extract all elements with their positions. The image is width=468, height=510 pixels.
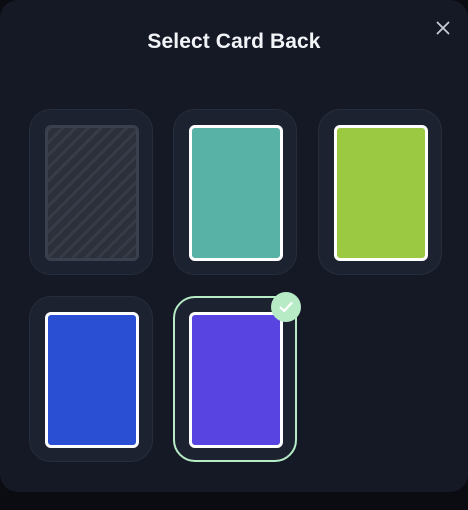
select-card-back-dialog: Select Card Back bbox=[0, 0, 468, 492]
card-back-preview-purple bbox=[189, 312, 283, 448]
close-icon bbox=[436, 21, 450, 35]
card-back-option-teal[interactable] bbox=[173, 109, 297, 275]
selected-badge bbox=[271, 292, 301, 322]
card-back-preview-pattern bbox=[45, 125, 139, 261]
card-back-preview-teal bbox=[189, 125, 283, 261]
card-back-option-pattern[interactable] bbox=[29, 109, 153, 275]
checkmark-icon bbox=[279, 301, 293, 313]
dialog-title: Select Card Back bbox=[147, 30, 321, 53]
card-back-option-blue[interactable] bbox=[29, 296, 153, 462]
close-button[interactable] bbox=[429, 14, 457, 42]
card-back-option-lime[interactable] bbox=[318, 109, 442, 275]
card-back-preview-blue bbox=[45, 312, 139, 448]
card-back-preview-lime bbox=[334, 125, 428, 261]
